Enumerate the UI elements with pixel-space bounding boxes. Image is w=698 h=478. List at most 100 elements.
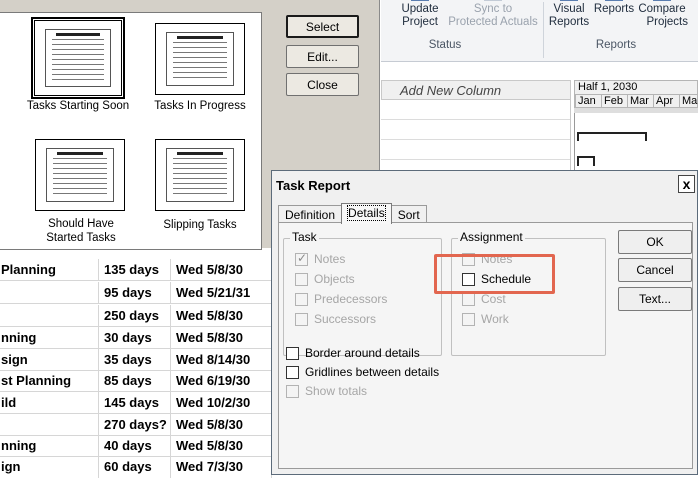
reports-button[interactable]: Reports bbox=[591, 0, 637, 16]
start-cell[interactable]: Wed 5/8/30 bbox=[171, 435, 272, 457]
start-cell[interactable]: Wed 6/19/30 bbox=[171, 370, 272, 392]
task-objects-checkbox[interactable]: Objects bbox=[295, 272, 355, 286]
checkbox-box bbox=[295, 272, 308, 286]
sync-icon bbox=[484, 0, 502, 1]
table-row[interactable]: sign 35 days Wed 8/14/30 bbox=[0, 349, 272, 371]
duration-cell[interactable]: 95 days bbox=[99, 282, 171, 304]
task-group-legend: Task bbox=[290, 230, 319, 244]
select-button[interactable]: Select bbox=[286, 15, 359, 38]
task-report-dialog: Task Report x Definition Details Sort Ta… bbox=[271, 170, 698, 475]
start-cell[interactable]: Wed 8/14/30 bbox=[171, 349, 272, 371]
duration-cell[interactable]: 40 days bbox=[99, 435, 171, 457]
start-cell[interactable]: Wed 5/21/31 bbox=[171, 282, 272, 304]
update-project-button[interactable]: Update Project bbox=[395, 0, 445, 29]
report-thumbnail-icon bbox=[166, 32, 234, 86]
start-cell[interactable]: Wed 10/2/30 bbox=[171, 392, 272, 414]
task-notes-checkbox[interactable]: Notes bbox=[295, 251, 345, 266]
reports-group-label: Reports bbox=[595, 39, 637, 51]
task-name-cell[interactable]: nning bbox=[0, 435, 99, 457]
report-tile-label: Tasks Starting Soon bbox=[26, 100, 130, 112]
status-group-label: Status bbox=[428, 39, 462, 51]
duration-cell[interactable]: 250 days bbox=[99, 305, 171, 327]
report-thumbnail-icon bbox=[45, 29, 111, 87]
table-row[interactable]: 270 days? Wed 5/8/30 bbox=[0, 414, 272, 436]
checkbox-box bbox=[462, 292, 475, 306]
task-name-cell[interactable] bbox=[0, 282, 99, 304]
ribbon-separator bbox=[543, 2, 544, 58]
task-name-cell[interactable]: ild bbox=[0, 392, 99, 414]
start-cell[interactable]: Wed 5/8/30 bbox=[171, 259, 272, 281]
task-table: Planning 135 days Wed 5/8/30 95 days Wed… bbox=[0, 256, 272, 478]
table-row[interactable]: 250 days Wed 5/8/30 bbox=[0, 305, 272, 327]
gridlines-between-details-checkbox[interactable]: Gridlines between details bbox=[286, 365, 439, 379]
show-totals-checkbox[interactable]: Show totals bbox=[286, 384, 367, 398]
checkbox-box bbox=[462, 312, 475, 326]
table-row[interactable]: nning 30 days Wed 5/8/30 bbox=[0, 327, 272, 349]
start-cell[interactable]: Wed 5/8/30 bbox=[171, 305, 272, 327]
close-icon[interactable]: x bbox=[678, 175, 695, 193]
checkbox-box bbox=[286, 346, 299, 360]
gantt-summary-bar[interactable] bbox=[577, 156, 595, 166]
report-tiles-panel: Tasks Starting Soon Tasks In Progress Sh… bbox=[0, 12, 262, 250]
checkbox-box bbox=[295, 292, 308, 306]
checkbox-box bbox=[295, 312, 308, 326]
tab-details[interactable]: Details bbox=[341, 203, 392, 224]
task-name-cell[interactable]: st Planning bbox=[0, 370, 99, 392]
assignment-work-checkbox[interactable]: Work bbox=[462, 312, 509, 326]
table-row[interactable]: Planning 135 days Wed 5/8/30 bbox=[0, 259, 272, 281]
assignment-cost-checkbox[interactable]: Cost bbox=[462, 292, 506, 306]
checkbox-box bbox=[286, 365, 299, 379]
checkbox-box bbox=[295, 251, 308, 266]
report-tile-tasks-starting-soon[interactable] bbox=[31, 17, 125, 99]
task-name-cell[interactable] bbox=[0, 305, 99, 327]
compare-projects-button[interactable]: Compare Projects bbox=[636, 0, 688, 29]
tab-sort[interactable]: Sort bbox=[390, 205, 427, 223]
table-row[interactable]: st Planning 85 days Wed 6/19/30 bbox=[0, 370, 272, 392]
table-row[interactable]: 95 days Wed 5/21/31 bbox=[0, 282, 272, 304]
cancel-button[interactable]: Cancel bbox=[618, 258, 692, 282]
duration-cell[interactable]: 85 days bbox=[99, 370, 171, 392]
dialog-title: Task Report bbox=[272, 171, 697, 199]
grid-rows bbox=[381, 100, 571, 170]
border-around-details-checkbox[interactable]: Border around details bbox=[286, 346, 420, 360]
close-button[interactable]: Close bbox=[286, 73, 359, 96]
task-successors-checkbox[interactable]: Successors bbox=[295, 312, 376, 326]
duration-cell[interactable]: 270 days? bbox=[99, 414, 171, 436]
visual-reports-button[interactable]: Visual Reports bbox=[545, 0, 593, 29]
update-project-icon bbox=[411, 0, 429, 1]
timescale-month: Mar bbox=[627, 94, 653, 108]
duration-cell[interactable]: 135 days bbox=[99, 259, 171, 281]
sync-protected-actuals-button[interactable]: Sync to Protected Actuals bbox=[443, 0, 543, 29]
duration-cell[interactable]: 35 days bbox=[99, 349, 171, 371]
add-new-column-header[interactable]: Add New Column bbox=[381, 80, 571, 100]
task-name-cell[interactable]: sign bbox=[0, 349, 99, 371]
report-tile-should-have-started[interactable] bbox=[35, 139, 125, 211]
dialog-tabs: Definition Details Sort bbox=[278, 203, 427, 224]
task-name-cell[interactable] bbox=[0, 414, 99, 436]
table-row[interactable]: nning 40 days Wed 5/8/30 bbox=[0, 435, 272, 457]
ribbon: Update Project Sync to Protected Actuals… bbox=[381, 0, 698, 62]
task-name-cell[interactable]: Planning bbox=[0, 259, 99, 281]
task-name-cell[interactable]: nning bbox=[0, 327, 99, 349]
report-tile-label: Tasks In Progress bbox=[154, 100, 246, 112]
start-cell[interactable]: Wed 5/8/30 bbox=[171, 414, 272, 436]
assignment-group-legend: Assignment bbox=[458, 230, 525, 244]
report-tile-label: Should Have Started Tasks bbox=[46, 218, 116, 244]
ok-button[interactable]: OK bbox=[618, 230, 692, 254]
report-tile-slipping-tasks[interactable] bbox=[155, 139, 245, 211]
duration-cell[interactable]: 145 days bbox=[99, 392, 171, 414]
tab-definition[interactable]: Definition bbox=[278, 205, 343, 223]
report-tile-label: Slipping Tasks bbox=[163, 219, 237, 231]
timescale-month: Jan bbox=[575, 94, 601, 108]
timescale-half: Half 1, 2030 bbox=[578, 81, 638, 93]
report-tile-tasks-in-progress[interactable] bbox=[155, 23, 245, 95]
duration-cell[interactable]: 30 days bbox=[99, 327, 171, 349]
table-row[interactable]: ild 145 days Wed 10/2/30 bbox=[0, 392, 272, 414]
text-button[interactable]: Text... bbox=[618, 287, 692, 311]
edit-button[interactable]: Edit... bbox=[286, 45, 359, 68]
task-predecessors-checkbox[interactable]: Predecessors bbox=[295, 292, 387, 306]
start-cell[interactable]: Wed 5/8/30 bbox=[171, 327, 272, 349]
reports-icon bbox=[605, 0, 623, 1]
report-thumbnail-icon bbox=[46, 148, 114, 202]
gantt-summary-bar[interactable] bbox=[577, 132, 647, 141]
